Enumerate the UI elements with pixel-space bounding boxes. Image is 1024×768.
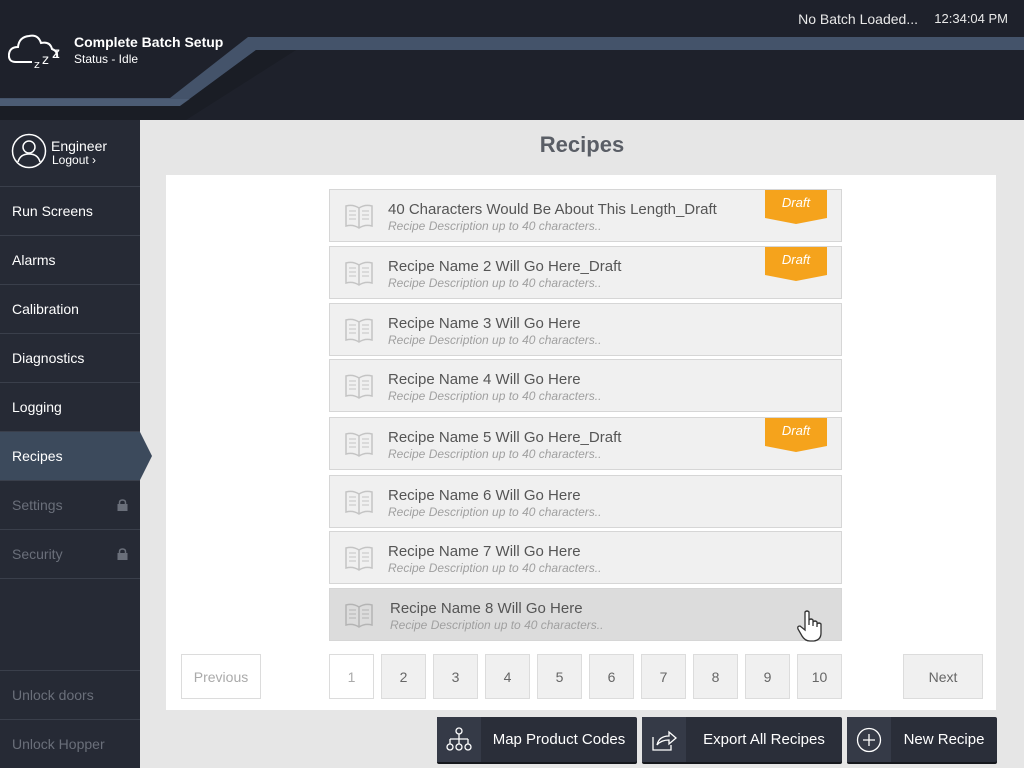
- recipe-description: Recipe Description up to 40 characters..: [388, 447, 602, 461]
- page-6-button[interactable]: 6: [589, 654, 634, 699]
- sidebar-item-logging[interactable]: Logging: [0, 383, 140, 432]
- page-8-button[interactable]: 8: [693, 654, 738, 699]
- draft-label: Draft: [781, 195, 811, 210]
- sidebar-item-label: Settings: [12, 497, 63, 513]
- page-title: Recipes: [539, 132, 625, 157]
- page-2-button[interactable]: 2: [381, 654, 426, 699]
- sidebar-item-settings[interactable]: Settings: [0, 481, 140, 530]
- draft-label: Draft: [781, 252, 811, 267]
- user-name: Engineer: [51, 138, 108, 154]
- map-product-codes-label: Map Product Codes: [492, 731, 626, 748]
- book-icon: [345, 318, 373, 343]
- draft-badge: Draft: [765, 418, 827, 452]
- sidebar-item-calibration[interactable]: Calibration: [0, 285, 140, 334]
- recipe-name: Recipe Name 3 Will Go Here: [388, 315, 581, 332]
- recipe-row[interactable]: Recipe Name 6 Will Go Here Recipe Descri…: [329, 475, 842, 528]
- app-header: z z z Complete Batch Setup Status - Idle…: [0, 0, 1024, 120]
- recipe-row[interactable]: Recipe Name 2 Will Go Here_Draft Recipe …: [329, 246, 842, 299]
- clock: 12:34:04 PM: [934, 11, 1008, 26]
- sidebar-item-alarms[interactable]: Alarms: [0, 236, 140, 285]
- share-arrow-icon: [642, 717, 686, 762]
- recipe-name: Recipe Name 7 Will Go Here: [388, 543, 581, 560]
- hand-pointer-icon: [797, 610, 822, 642]
- previous-page-button[interactable]: Previous: [181, 654, 261, 699]
- next-page-button[interactable]: Next: [903, 654, 983, 699]
- user-avatar-icon: [11, 133, 47, 169]
- logout-link[interactable]: Logout ›: [52, 153, 96, 167]
- svg-text:z: z: [52, 44, 60, 62]
- recipe-name: Recipe Name 8 Will Go Here: [390, 600, 583, 617]
- book-icon: [345, 374, 373, 399]
- sidebar-actions: Unlock doors Unlock Hopper: [0, 670, 140, 768]
- page-7-button[interactable]: 7: [641, 654, 686, 699]
- logout-label[interactable]: Logout: [52, 153, 89, 167]
- user-panel: Engineer Logout ›: [0, 120, 140, 187]
- book-icon: [345, 603, 373, 628]
- recipe-row[interactable]: Recipe Name 3 Will Go Here Recipe Descri…: [329, 303, 842, 356]
- sidebar-item-diagnostics[interactable]: Diagnostics: [0, 334, 140, 383]
- page-5-button[interactable]: 5: [537, 654, 582, 699]
- machine-status: Status - Idle: [74, 52, 139, 66]
- app-title: Complete Batch Setup: [74, 34, 224, 50]
- recipe-description: Recipe Description up to 40 characters..: [388, 276, 602, 290]
- sidebar-item-label: Security: [12, 546, 63, 562]
- recipe-row[interactable]: Recipe Name 8 Will Go Here Recipe Descri…: [329, 588, 842, 642]
- recipe-row[interactable]: Recipe Name 4 Will Go Here Recipe Descri…: [329, 359, 842, 412]
- draft-badge: Draft: [765, 247, 827, 281]
- map-product-codes-button[interactable]: Map Product Codes: [437, 717, 637, 762]
- book-icon: [345, 432, 373, 457]
- book-icon: [345, 261, 373, 286]
- recipe-row[interactable]: Recipe Name 5 Will Go Here_Draft Recipe …: [329, 417, 842, 470]
- page-4-button[interactable]: 4: [485, 654, 530, 699]
- batch-status: No Batch Loaded...: [798, 11, 918, 27]
- plus-circle-icon: [847, 717, 891, 762]
- recipe-row[interactable]: 40 Characters Would Be About This Length…: [329, 189, 842, 242]
- unlock-doors-button[interactable]: Unlock doors: [0, 670, 140, 719]
- page-10-button[interactable]: 10: [797, 654, 842, 699]
- recipe-name: Recipe Name 6 Will Go Here: [388, 487, 581, 504]
- new-recipe-button[interactable]: New Recipe: [847, 717, 997, 762]
- sidebar: Engineer Logout › Run Screens Alarms Cal…: [0, 120, 152, 768]
- book-icon: [345, 204, 373, 229]
- recipe-description: Recipe Description up to 40 characters..: [388, 505, 602, 519]
- recipe-row[interactable]: Recipe Name 7 Will Go Here Recipe Descri…: [329, 531, 842, 584]
- recipe-name: Recipe Name 2 Will Go Here_Draft: [388, 258, 622, 275]
- lock-icon: [117, 548, 128, 560]
- book-icon: [345, 546, 373, 571]
- sidebar-item-recipes[interactable]: Recipes: [0, 432, 152, 481]
- draft-badge: Draft: [765, 190, 827, 224]
- unlock-hopper-button[interactable]: Unlock Hopper: [0, 719, 140, 768]
- recipe-name: 40 Characters Would Be About This Length…: [388, 201, 717, 218]
- chevron-right-icon: ›: [92, 153, 97, 167]
- page-3-button[interactable]: 3: [433, 654, 478, 699]
- draft-label: Draft: [781, 423, 811, 438]
- sidebar-item-run-screens[interactable]: Run Screens: [0, 187, 140, 236]
- lock-icon: [117, 499, 128, 511]
- export-all-recipes-button[interactable]: Export All Recipes: [642, 717, 842, 762]
- sleeping-cloud-icon: z z z: [8, 34, 60, 71]
- sidebar-item-security[interactable]: Security: [0, 530, 140, 579]
- recipe-description: Recipe Description up to 40 characters..: [388, 389, 602, 403]
- page-9-button[interactable]: 9: [745, 654, 790, 699]
- page-1-button[interactable]: 1: [329, 654, 374, 699]
- recipe-name: Recipe Name 5 Will Go Here_Draft: [388, 429, 622, 446]
- recipe-description: Recipe Description up to 40 characters..: [388, 219, 602, 233]
- hierarchy-icon: [437, 717, 481, 762]
- recipe-description: Recipe Description up to 40 characters..: [388, 561, 602, 575]
- svg-text:z: z: [42, 53, 49, 68]
- book-icon: [345, 490, 373, 515]
- recipe-description: Recipe Description up to 40 characters..: [390, 618, 604, 632]
- new-recipe-label: New Recipe: [903, 731, 985, 748]
- recipe-description: Recipe Description up to 40 characters..: [388, 333, 602, 347]
- recipe-list-panel: 40 Characters Would Be About This Length…: [166, 175, 996, 710]
- svg-text:z: z: [34, 58, 40, 71]
- export-all-recipes-label: Export All Recipes: [703, 731, 825, 748]
- recipe-name: Recipe Name 4 Will Go Here: [388, 371, 581, 388]
